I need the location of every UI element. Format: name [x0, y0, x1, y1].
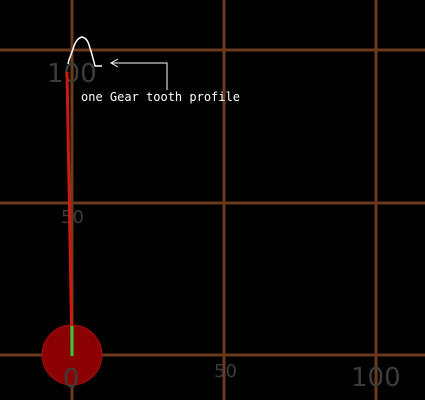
x-axis-label-100: 100 — [351, 363, 401, 393]
origin-label: 0 — [63, 364, 80, 394]
annotation-arrow — [109, 58, 168, 90]
y-axis-label-50: 50 — [61, 207, 84, 228]
drawing-viewport[interactable]: 100 50 50 100 0 one Gear tooth profile — [0, 0, 425, 400]
y-axis-label-100: 100 — [47, 59, 97, 89]
annotation-label: one Gear tooth profile — [81, 90, 240, 104]
drawing-canvas: 100 50 50 100 0 one Gear tooth profile — [0, 0, 425, 400]
x-axis-label-50: 50 — [214, 361, 237, 382]
leader-line — [112, 62, 168, 90]
